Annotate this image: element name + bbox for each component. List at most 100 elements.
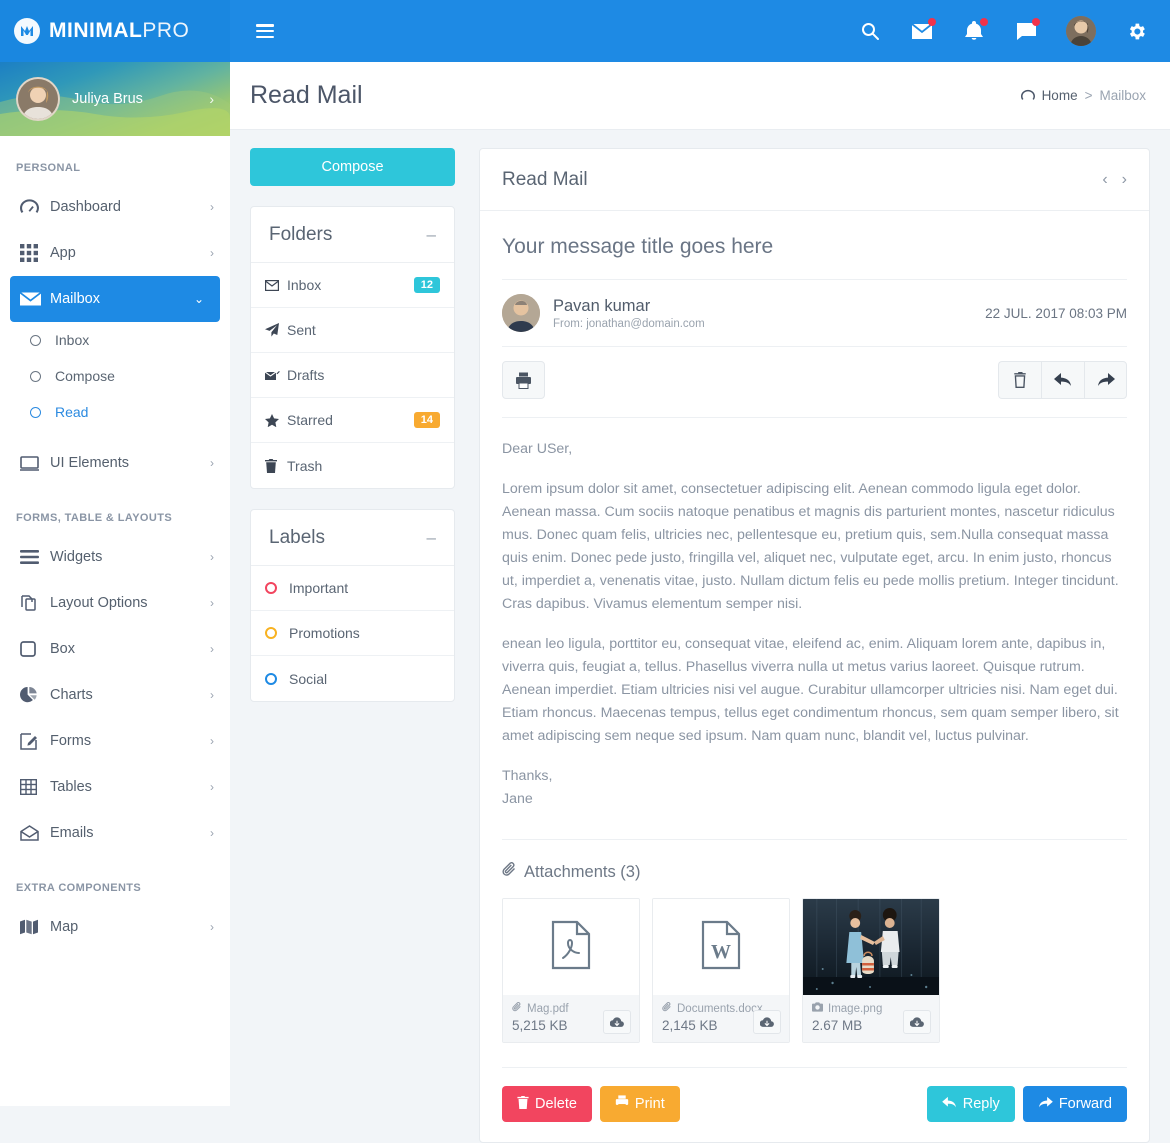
delete-button[interactable]: Delete: [502, 1086, 592, 1122]
forward-button[interactable]: Forward: [1022, 1086, 1127, 1122]
collapse-icon[interactable]: –: [427, 529, 436, 546]
chevron-right-icon: ›: [210, 456, 214, 470]
pdf-file-icon: [550, 920, 592, 975]
breadcrumb-home[interactable]: Home: [1042, 88, 1078, 103]
sidebar-item-map[interactable]: Map ›: [0, 904, 230, 950]
dashboard-icon: [20, 199, 46, 215]
collapse-icon[interactable]: –: [427, 226, 436, 243]
paperclip-icon: [662, 1002, 672, 1015]
gear-icon[interactable]: [1124, 19, 1148, 43]
sidebar-item-ui-elements[interactable]: UI Elements ›: [0, 440, 230, 486]
folder-badge: 14: [413, 412, 440, 428]
paper-plane-icon: [265, 323, 287, 337]
sidebar-item-dashboard[interactable]: Dashboard ›: [0, 184, 230, 230]
chevron-right-icon: ›: [209, 91, 214, 107]
attachments-section: Attachments (3) Mag.pdf 5,215 KB W Docum…: [502, 840, 1127, 1068]
forward-icon: [1038, 1096, 1053, 1113]
camera-icon: [812, 1002, 823, 1015]
breadcrumb-current: Mailbox: [1099, 88, 1146, 103]
sidebar-item-layout-options[interactable]: Layout Options ›: [0, 580, 230, 626]
chevron-right-icon: ›: [210, 826, 214, 840]
sidebar-subitem-inbox[interactable]: Inbox: [0, 322, 230, 358]
delete-message-icon[interactable]: [998, 361, 1041, 399]
sidebar-profile[interactable]: Juliya Brus ›: [0, 62, 230, 136]
search-icon[interactable]: [858, 19, 882, 43]
sidebar-item-charts[interactable]: Charts ›: [0, 672, 230, 718]
message-toolbar: [502, 347, 1127, 418]
download-icon[interactable]: [903, 1010, 931, 1034]
compose-button[interactable]: Compose: [250, 148, 455, 186]
envelope-icon: [20, 291, 46, 307]
sidebar-item-label: Forms: [50, 733, 92, 749]
folders-panel: Folders – Inbox 12 Sent Drafts Starred 1…: [250, 206, 455, 489]
attachment-item[interactable]: Image.png 2.67 MB: [802, 898, 940, 1043]
download-icon[interactable]: [603, 1010, 631, 1034]
next-mail-icon[interactable]: ›: [1122, 171, 1127, 189]
circle-icon: [265, 672, 277, 685]
attachment-footer: Image.png 2.67 MB: [803, 995, 939, 1042]
closing-signature: Jane: [502, 791, 533, 807]
print-icon[interactable]: [502, 361, 545, 399]
chevron-right-icon: ›: [210, 642, 214, 656]
card-title: Read Mail: [502, 168, 588, 190]
top-bar: MINIMALPRO: [0, 0, 1170, 62]
brand-bold: MINIMAL: [49, 19, 143, 42]
profile-avatar: [16, 77, 60, 121]
folders-panel-header: Folders –: [251, 207, 454, 263]
attachment-footer: Mag.pdf 5,215 KB: [503, 995, 639, 1042]
folder-item-inbox[interactable]: Inbox 12: [251, 263, 454, 308]
bell-icon[interactable]: [962, 18, 988, 43]
folder-item-trash[interactable]: Trash: [251, 443, 454, 488]
chevron-right-icon: ›: [210, 550, 214, 564]
download-icon[interactable]: [753, 1010, 781, 1034]
label-text: Social: [289, 670, 328, 687]
chat-icon[interactable]: [1014, 18, 1040, 43]
sidebar-item-label: UI Elements: [50, 455, 129, 471]
folder-item-drafts[interactable]: Drafts: [251, 353, 454, 398]
label-item-social[interactable]: Social: [251, 656, 454, 701]
folder-label: Starred: [287, 412, 333, 428]
sidebar-item-label: Box: [50, 641, 75, 657]
table-icon: [20, 779, 46, 795]
folder-item-starred[interactable]: Starred 14: [251, 398, 454, 443]
chevron-down-icon: ⌄: [193, 292, 204, 306]
sidebar-item-box[interactable]: Box ›: [0, 626, 230, 672]
attachment-item[interactable]: W Documents.docx 2,145 KB: [652, 898, 790, 1043]
folder-item-sent[interactable]: Sent: [251, 308, 454, 353]
reply-message-icon[interactable]: [1041, 361, 1084, 399]
attachments-title: Attachments (3): [524, 862, 641, 881]
sender-name: Pavan kumar: [553, 296, 651, 315]
previous-mail-icon[interactable]: ‹: [1102, 171, 1107, 189]
trash-icon: [517, 1095, 529, 1113]
sidebar-item-app[interactable]: App ›: [0, 230, 230, 276]
sidebar-section-personal: PERSONAL: [16, 162, 81, 174]
paperclip-icon: [512, 1002, 522, 1015]
sidebar-item-label: Widgets: [50, 549, 103, 565]
sidebar-item-mailbox[interactable]: Mailbox ⌄: [10, 276, 220, 322]
forward-message-icon[interactable]: [1084, 361, 1127, 399]
message-greeting: Dear USer,: [502, 441, 573, 457]
sidebar-item-tables[interactable]: Tables ›: [0, 764, 230, 810]
label-item-promotions[interactable]: Promotions: [251, 611, 454, 656]
attachment-item[interactable]: Mag.pdf 5,215 KB: [502, 898, 640, 1043]
sidebar-subitem-read[interactable]: Read: [0, 394, 230, 430]
sidebar-item-emails[interactable]: Emails ›: [0, 810, 230, 856]
print-icon: [615, 1095, 629, 1113]
mail-icon[interactable]: [910, 18, 936, 43]
brand-logo-area[interactable]: MINIMALPRO: [0, 0, 230, 62]
reply-button[interactable]: Reply: [926, 1086, 1015, 1122]
sidebar-item-widgets[interactable]: Widgets ›: [0, 534, 230, 580]
print-button[interactable]: Print: [599, 1086, 680, 1122]
message-paragraph: enean leo ligula, porttitor eu, consequa…: [502, 636, 1119, 744]
label-item-important[interactable]: Important: [251, 566, 454, 611]
chevron-right-icon: ›: [210, 920, 214, 934]
breadcrumb-separator: >: [1084, 88, 1093, 103]
sidebar-item-forms[interactable]: Forms ›: [0, 718, 230, 764]
sidebar-item-label: Map: [50, 919, 79, 935]
user-avatar[interactable]: [1066, 16, 1096, 46]
reply-forward-group: Reply Forward: [926, 1086, 1127, 1122]
menu-toggle-icon[interactable]: [256, 24, 274, 38]
mail-notification-dot: [928, 18, 936, 26]
sidebar-subitem-compose[interactable]: Compose: [0, 358, 230, 394]
message-paragraph: Lorem ipsum dolor sit amet, consectetuer…: [502, 481, 1119, 612]
